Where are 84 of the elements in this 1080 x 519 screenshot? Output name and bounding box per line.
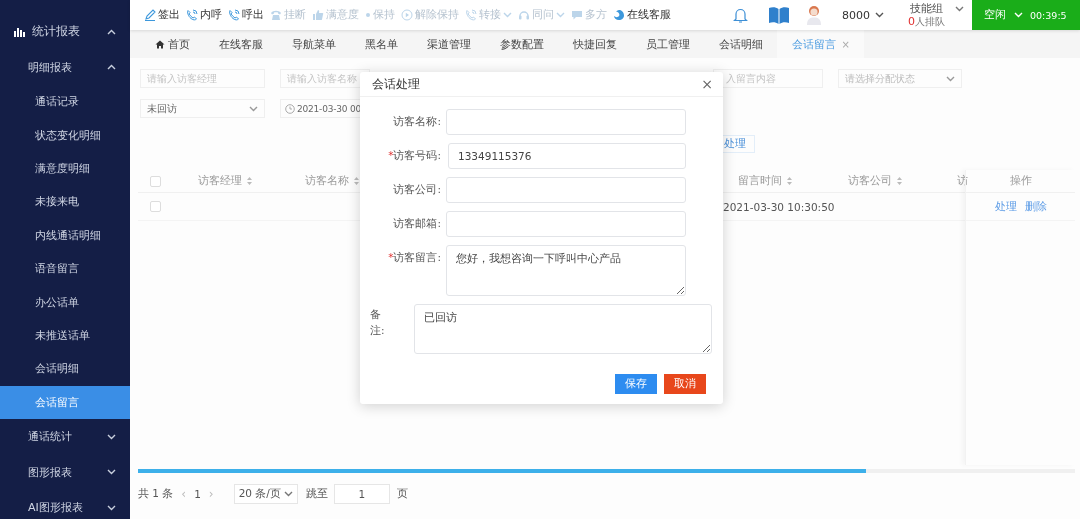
- total-count: 共 1 条: [138, 487, 174, 501]
- sidebar-item[interactable]: 通话统计: [0, 418, 130, 455]
- toolbar-button[interactable]: 呼出: [228, 8, 264, 22]
- column-header: 访客经理: [198, 174, 242, 188]
- telephone-icon: [270, 9, 282, 21]
- sidebar-item[interactable]: 未接来电: [0, 185, 130, 219]
- caret-icon: [283, 491, 293, 497]
- close-button[interactable]: ×: [701, 76, 713, 92]
- sidebar-item[interactable]: AI图形报表: [0, 489, 130, 519]
- sidebar-item[interactable]: 会话明细: [0, 352, 130, 386]
- tab[interactable]: 首页: [140, 30, 204, 58]
- sidebar-item[interactable]: 统计报表: [0, 14, 130, 50]
- column-header: 访客公司: [848, 174, 892, 188]
- table-cell: 2021-03-30 10:30:50: [723, 200, 835, 213]
- page-number[interactable]: 1: [194, 488, 201, 500]
- toolbar-button[interactable]: 在线客服: [613, 8, 671, 22]
- dot-icon: [365, 12, 371, 18]
- field-label: *访客留言:: [387, 250, 442, 265]
- sidebar-item[interactable]: 办公话单: [0, 285, 130, 319]
- play-circle-icon: [401, 9, 413, 21]
- tab[interactable]: 快捷回复: [558, 30, 631, 58]
- tab[interactable]: 参数配置: [485, 30, 558, 58]
- select-field[interactable]: 未回访: [140, 99, 265, 118]
- tab[interactable]: 黑名单: [350, 30, 412, 58]
- tab[interactable]: 在线客服: [204, 30, 277, 58]
- column-header: 操作: [1009, 174, 1032, 188]
- page-unit: 页: [396, 487, 408, 501]
- tab[interactable]: 导航菜单: [277, 30, 350, 58]
- clock-icon: [285, 103, 295, 114]
- field-label: 访客公司:: [392, 182, 442, 197]
- input-field[interactable]: 13349115376: [448, 143, 686, 169]
- sidebar-item[interactable]: 状态变化明细: [0, 118, 130, 152]
- headset-icon: [518, 9, 530, 21]
- page-size-select[interactable]: 20 条/页: [233, 484, 298, 504]
- page-jump-field[interactable]: 1: [333, 484, 390, 504]
- input-field[interactable]: [446, 211, 686, 237]
- phone-icon: [465, 9, 477, 21]
- sidebar-item[interactable]: 未推送话单: [0, 318, 130, 353]
- tab[interactable]: 员工管理: [631, 30, 704, 58]
- caret-icon: [946, 75, 955, 82]
- field-label: 访客名称:: [392, 114, 442, 129]
- phone-icon: [186, 9, 198, 21]
- field-label: 备注:: [370, 307, 386, 338]
- drop-icon: [613, 9, 625, 21]
- input-field[interactable]: [446, 177, 686, 203]
- tab[interactable]: 会话明细: [704, 30, 777, 58]
- thumbs-up-icon: [312, 9, 324, 21]
- field-label: *访客号码:: [387, 148, 442, 163]
- chat-icon: [571, 9, 583, 21]
- avatar-icon: [806, 5, 822, 25]
- skill-group-dropdown[interactable]: 技能组 0人排队: [908, 2, 964, 28]
- sidebar-item[interactable]: 明细报表: [0, 49, 130, 85]
- sidebar-item[interactable]: 内线通话明细: [0, 218, 130, 252]
- sidebar-item[interactable]: 图形报表: [0, 454, 130, 490]
- text-area[interactable]: 已回访: [414, 304, 712, 354]
- tab[interactable]: 渠道管理: [412, 30, 485, 58]
- checkbox[interactable]: [150, 175, 161, 187]
- dialog-title: 会话处理: [372, 76, 420, 92]
- bell-icon: [733, 6, 748, 24]
- field-label: 访客邮箱:: [392, 216, 442, 231]
- sidebar-item[interactable]: 语音留言: [0, 251, 130, 286]
- sidebar-item[interactable]: 满意度明细: [0, 151, 130, 186]
- column-header: 留言时间: [738, 174, 782, 188]
- checkbox[interactable]: [150, 201, 161, 212]
- toolbar-button[interactable]: 签出: [144, 8, 180, 22]
- jump-label: 跳至: [305, 487, 328, 501]
- home-icon: [154, 39, 165, 49]
- bar-chart-icon: [14, 26, 25, 37]
- caret-icon: [1014, 12, 1023, 18]
- toolbar-button[interactable]: 内呼: [186, 8, 222, 22]
- book-icon: [768, 5, 790, 25]
- input-field[interactable]: [446, 109, 686, 135]
- sidebar-item[interactable]: 通话记录: [0, 85, 130, 119]
- extension-dropdown[interactable]: 8000: [842, 8, 884, 22]
- call-timer: 00:39:5: [1030, 9, 1067, 21]
- cancel-button[interactable]: 取消: [664, 374, 706, 394]
- phone-icon: [228, 9, 240, 21]
- caret-icon: [955, 6, 964, 12]
- caret-icon: [249, 105, 258, 112]
- text-area[interactable]: 您好，我想咨询一下呼叫中心产品: [446, 245, 686, 296]
- column-header: 访客名称: [305, 174, 349, 188]
- caret-icon: [875, 12, 884, 18]
- pen-icon: [144, 9, 156, 21]
- horizontal-scrollbar[interactable]: [138, 469, 1075, 473]
